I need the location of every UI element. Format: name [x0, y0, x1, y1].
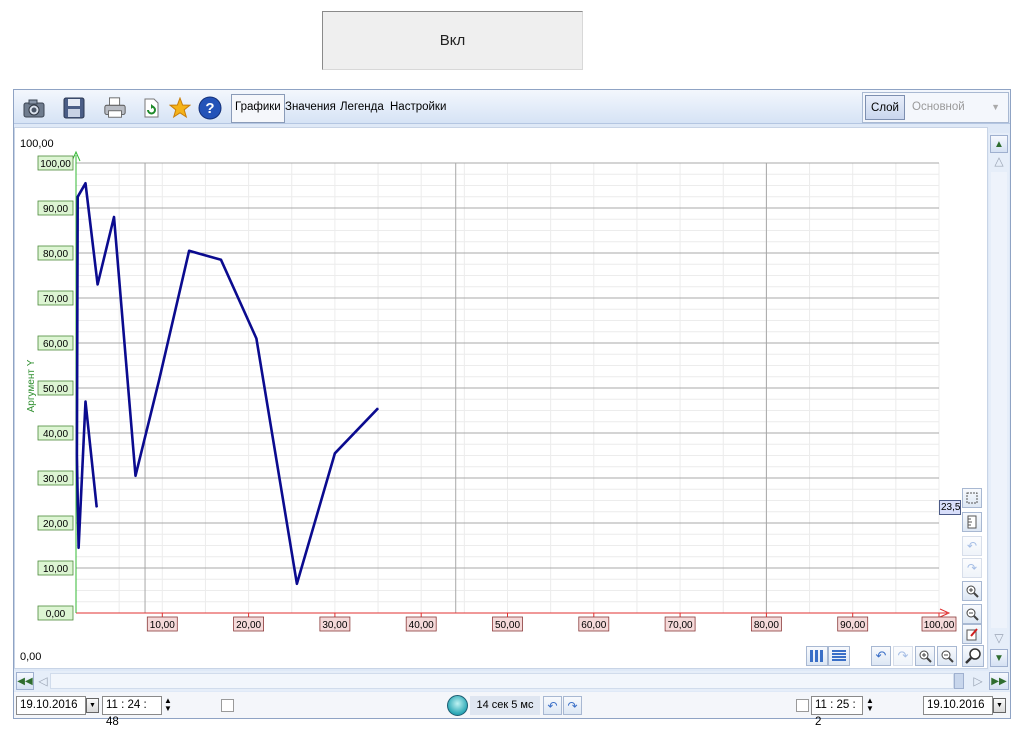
edit-icon[interactable]: [962, 624, 982, 644]
cursor-value-marker[interactable]: 23,5: [939, 500, 961, 515]
x-tick-label: 60,00: [581, 620, 606, 631]
x-tick-label: 20,00: [236, 620, 261, 631]
data-point: [296, 583, 298, 585]
data-point: [78, 547, 80, 549]
scroll-down-icon[interactable]: ▽: [990, 630, 1008, 646]
data-point: [377, 407, 379, 409]
bars-view-icon[interactable]: [806, 646, 828, 666]
x-tick-label: 10,00: [150, 620, 175, 631]
start-date-field[interactable]: 19.10.2016: [16, 696, 86, 715]
scroll-last-icon[interactable]: ▶▶: [989, 672, 1009, 690]
zoom-in-icon[interactable]: [962, 581, 982, 601]
y-tick-label: 0,00: [46, 609, 66, 620]
scroll-up-icon[interactable]: △: [990, 153, 1008, 169]
horizontal-scroll-track[interactable]: [50, 673, 954, 689]
x-tick-label: 80,00: [754, 620, 779, 631]
y-tick-label: 100,00: [40, 159, 71, 170]
data-point: [334, 452, 336, 454]
y-tick-label: 60,00: [43, 339, 68, 350]
data-point: [96, 506, 98, 508]
zoom-out-time-icon[interactable]: [937, 646, 957, 666]
undo-icon[interactable]: ↶: [962, 536, 982, 556]
y-tick-label: 20,00: [43, 519, 68, 530]
undo-zoom-icon[interactable]: ↶: [871, 646, 891, 666]
cursor-value: 23,5: [941, 502, 961, 513]
series-line: [75, 182, 379, 586]
zoom-area-icon[interactable]: [962, 488, 982, 508]
data-point: [135, 475, 137, 477]
redo-icon[interactable]: ↷: [962, 558, 982, 578]
data-point: [113, 216, 115, 218]
data-point: [220, 259, 222, 261]
step-forward-icon[interactable]: ↷: [563, 696, 582, 715]
duration-display: 14 сек 5 мс: [470, 696, 540, 715]
end-time-spinner-icon[interactable]: ▲ ▼: [864, 696, 876, 714]
start-time-spinner-icon[interactable]: ▲ ▼: [162, 696, 174, 714]
x-tick-label: 30,00: [322, 620, 347, 631]
data-point: [84, 401, 86, 402]
magnifier-icon[interactable]: [962, 645, 984, 667]
start-checkbox[interactable]: [221, 699, 234, 712]
x-tick-label: 70,00: [668, 620, 693, 631]
x-tick-label: 100,00: [924, 620, 955, 631]
y-tick-label: 80,00: [43, 249, 68, 260]
redo-zoom-icon[interactable]: ↷: [893, 646, 913, 666]
end-date-chevron-icon[interactable]: ▼: [993, 698, 1006, 713]
data-point: [158, 380, 160, 382]
data-point: [255, 338, 257, 339]
horizontal-scroll-thumb[interactable]: [954, 673, 964, 689]
duration-value: 14 сек 5 мс: [476, 699, 534, 711]
start-date-value: 19.10.2016: [20, 699, 78, 711]
y-tick-labels: 0,00 10,00 20,00 30,00 40,00 50,00 60,00 70,00 8…: [37, 155, 74, 621]
step-back-icon[interactable]: ↶: [543, 696, 562, 715]
data-point: [188, 250, 190, 252]
line-chart: 0,00 10,00 20,00 30,00 40,00 50,00 60,00 70,00 8…: [26, 150, 957, 632]
y-tick-label: 70,00: [43, 294, 68, 305]
x-tick-labels: 10,00 20,00 30,00 40,00 50,00 60,00 70,00 80,00…: [146, 613, 957, 632]
y-tick-label: 30,00: [43, 474, 68, 485]
data-point: [84, 182, 86, 184]
y-tick-label: 50,00: [43, 384, 68, 395]
end-date-field[interactable]: 19.10.2016: [923, 696, 993, 715]
end-checkbox[interactable]: [796, 699, 809, 712]
y-tick-label: 90,00: [43, 204, 68, 215]
live-mode-icon[interactable]: [447, 695, 468, 716]
data-point: [77, 196, 79, 198]
series-group: [75, 182, 379, 586]
scroll-right-icon[interactable]: ▷: [969, 673, 987, 689]
zoom-out-icon[interactable]: [962, 604, 982, 624]
list-view-icon[interactable]: [828, 646, 850, 666]
axes: [71, 150, 951, 618]
ruler-icon[interactable]: [962, 512, 982, 532]
start-date-chevron-icon[interactable]: ▼: [86, 698, 99, 713]
x-tick-label: 50,00: [495, 620, 520, 631]
data-point: [76, 455, 78, 456]
y-tick-label: 40,00: [43, 429, 68, 440]
y-tick-label: 10,00: [43, 564, 68, 575]
end-date-value: 19.10.2016: [927, 699, 985, 711]
scroll-top-icon[interactable]: ▲: [990, 135, 1008, 153]
vertical-scroll-track[interactable]: [991, 172, 1007, 628]
start-time-field[interactable]: 11 : 24 : 48: [102, 696, 162, 728]
scroll-bottom-icon[interactable]: ▼: [990, 649, 1008, 667]
data-point: [97, 284, 99, 285]
x-tick-label: 40,00: [409, 620, 434, 631]
scroll-first-icon[interactable]: ◀◀: [16, 672, 34, 690]
y-axis-title: Аргумент Y: [26, 359, 37, 412]
x-tick-label: 90,00: [840, 620, 865, 631]
end-time-field[interactable]: 11 : 25 : 2: [811, 696, 863, 728]
zoom-in-time-icon[interactable]: [915, 646, 935, 666]
